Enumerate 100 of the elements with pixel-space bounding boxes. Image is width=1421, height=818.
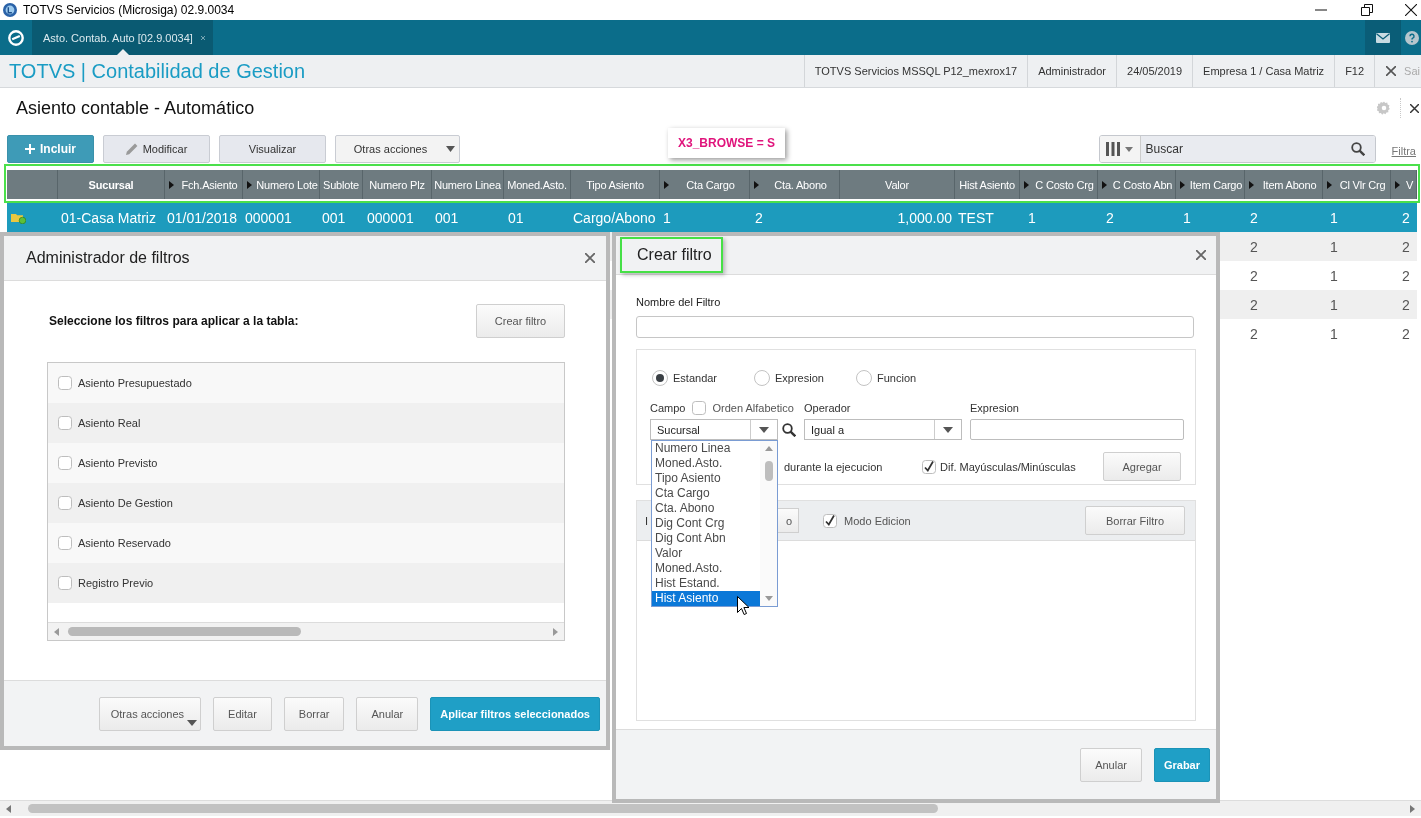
column-header[interactable]: C Costo Abn: [1098, 170, 1176, 199]
expression-field[interactable]: [970, 419, 1184, 440]
scrollbar[interactable]: [760, 441, 777, 606]
action-button[interactable]: Anular: [356, 696, 419, 731]
add-button[interactable]: Agregar: [1103, 452, 1181, 481]
caret-icon: [446, 146, 455, 152]
scroll-arrow-icon[interactable]: [54, 627, 59, 636]
option-label: Estandar: [673, 372, 718, 384]
caret-icon: [1395, 180, 1400, 189]
more-actions-button[interactable]: Otras acciones: [98, 696, 202, 731]
column-header[interactable]: Numero Linea: [432, 170, 504, 199]
field-label: Campo: [650, 402, 686, 414]
name-field[interactable]: [636, 316, 1194, 338]
scrollbar[interactable]: [48, 622, 564, 640]
create-filter-button[interactable]: Crear filtro: [476, 304, 565, 338]
column-header[interactable]: Valor: [840, 170, 955, 199]
scroll-arrow-icon[interactable]: [1410, 804, 1415, 813]
checkbox[interactable]: [58, 416, 72, 430]
field-select[interactable]: Sucursal: [650, 419, 778, 440]
action-button[interactable]: Borrar: [283, 696, 345, 731]
table-cell-text: 01/01/2018: [166, 209, 239, 226]
column-header[interactable]: Sucursal: [58, 170, 165, 199]
caret-icon: [247, 180, 252, 189]
action-button[interactable]: o: [778, 508, 800, 533]
table-cell-text: 2: [1401, 267, 1411, 284]
checkbox[interactable]: [58, 376, 72, 390]
filter-item[interactable]: Asiento Reservado: [48, 523, 564, 563]
caret-icon: [664, 180, 669, 189]
caret-icon: [1180, 180, 1185, 189]
table-cell-text: 2: [1401, 296, 1411, 313]
header-info: Empresa 1 / Casa Matriz: [1203, 65, 1325, 77]
radio-button[interactable]: [856, 370, 872, 386]
filter-item[interactable]: Registro Previo: [48, 563, 564, 603]
table-cell-text: 1: [1329, 267, 1339, 284]
option-label: durante la ejecucion: [784, 460, 883, 473]
filter-link[interactable]: Filtra: [1391, 145, 1416, 157]
filter-item[interactable]: Asiento De Gestion: [48, 483, 564, 523]
filter-label: Asiento Presupuestado: [78, 377, 192, 389]
checkbox[interactable]: [58, 536, 72, 550]
close-icon[interactable]: [1410, 103, 1419, 113]
column-header[interactable]: Cta Cargo: [660, 170, 750, 199]
radio-button[interactable]: [652, 370, 668, 386]
scrollbar-thumb[interactable]: [68, 627, 301, 636]
scroll-arrow-icon[interactable]: [764, 446, 773, 451]
column-header[interactable]: Hist Asiento: [955, 170, 1020, 199]
checkbox[interactable]: [823, 513, 838, 528]
option-label: Modo Edicion: [844, 514, 911, 527]
table-cell-text: 1: [662, 209, 672, 226]
search-icon[interactable]: [782, 422, 796, 437]
scrollbar-thumb[interactable]: [764, 461, 773, 481]
column-header[interactable]: Item Cargo: [1176, 170, 1245, 199]
mail-icon: [1375, 32, 1390, 43]
column-header[interactable]: Numero Plz: [363, 170, 432, 199]
column-header[interactable]: C Costo Crg: [1020, 170, 1098, 199]
checkbox[interactable]: [58, 456, 72, 470]
scroll-arrow-icon[interactable]: [6, 804, 11, 813]
mail-button[interactable]: [1365, 20, 1400, 55]
logo-icon[interactable]: [8, 29, 24, 46]
checkbox[interactable]: [58, 496, 72, 510]
scrollbar-thumb[interactable]: [28, 804, 938, 813]
field-label: Expresion: [970, 402, 1019, 414]
clear-filter-button[interactable]: Borrar Filtro: [1085, 506, 1185, 535]
filter-item[interactable]: Asiento Presupuestado: [48, 363, 564, 403]
action-button[interactable]: Visualizar: [219, 135, 326, 163]
settings-icon[interactable]: [1377, 101, 1391, 115]
caret-icon: [169, 180, 174, 189]
column-header[interactable]: Cta. Abono: [750, 170, 840, 199]
close-icon[interactable]: [1405, 4, 1417, 16]
tab[interactable]: Asto. Contab. Auto [02.9.0034]: [33, 20, 213, 55]
table-cell-text: 001: [321, 209, 347, 226]
action-button[interactable]: Anular: [1080, 747, 1142, 782]
filter-item[interactable]: Asiento Previsto: [48, 443, 564, 483]
column-header[interactable]: Item Abono: [1245, 170, 1323, 199]
table-cell-text: 2: [1249, 325, 1259, 342]
checkbox[interactable]: [922, 459, 936, 474]
edit-button[interactable]: Modificar: [103, 135, 210, 163]
table-cell-text: 2: [1249, 238, 1259, 255]
column-header[interactable]: Tipo Asiento: [571, 170, 660, 199]
column-header[interactable]: Fch.Asiento: [165, 170, 243, 199]
help-button[interactable]: [1400, 20, 1421, 55]
checkbox[interactable]: [58, 576, 72, 590]
checkbox[interactable]: [692, 401, 707, 415]
action-button[interactable]: Editar: [213, 696, 272, 731]
restore-icon[interactable]: [1361, 4, 1373, 16]
more-actions-button[interactable]: Otras acciones: [335, 135, 460, 163]
filter-item[interactable]: Asiento Real: [48, 403, 564, 443]
scroll-arrow-icon[interactable]: [764, 596, 773, 601]
column-header[interactable]: Cl Vlr Crg: [1323, 170, 1391, 199]
header-info: TOTVS Servicios MSSQL P12_mexrox17: [814, 65, 1018, 77]
app-icon: [3, 3, 17, 17]
column-header[interactable]: Moned.Asto.: [504, 170, 571, 199]
column-header[interactable]: Numero Lote: [243, 170, 320, 199]
pencil-icon: [125, 143, 138, 155]
column-header[interactable]: V: [1391, 170, 1417, 199]
radio-button[interactable]: [754, 370, 770, 386]
dropdown-item[interactable]: Hist Asiento: [652, 591, 760, 606]
column-header[interactable]: Sublote: [320, 170, 363, 199]
operator-select[interactable]: Igual a: [804, 419, 962, 440]
scroll-arrow-icon[interactable]: [553, 627, 558, 636]
caret-icon: [943, 426, 953, 433]
